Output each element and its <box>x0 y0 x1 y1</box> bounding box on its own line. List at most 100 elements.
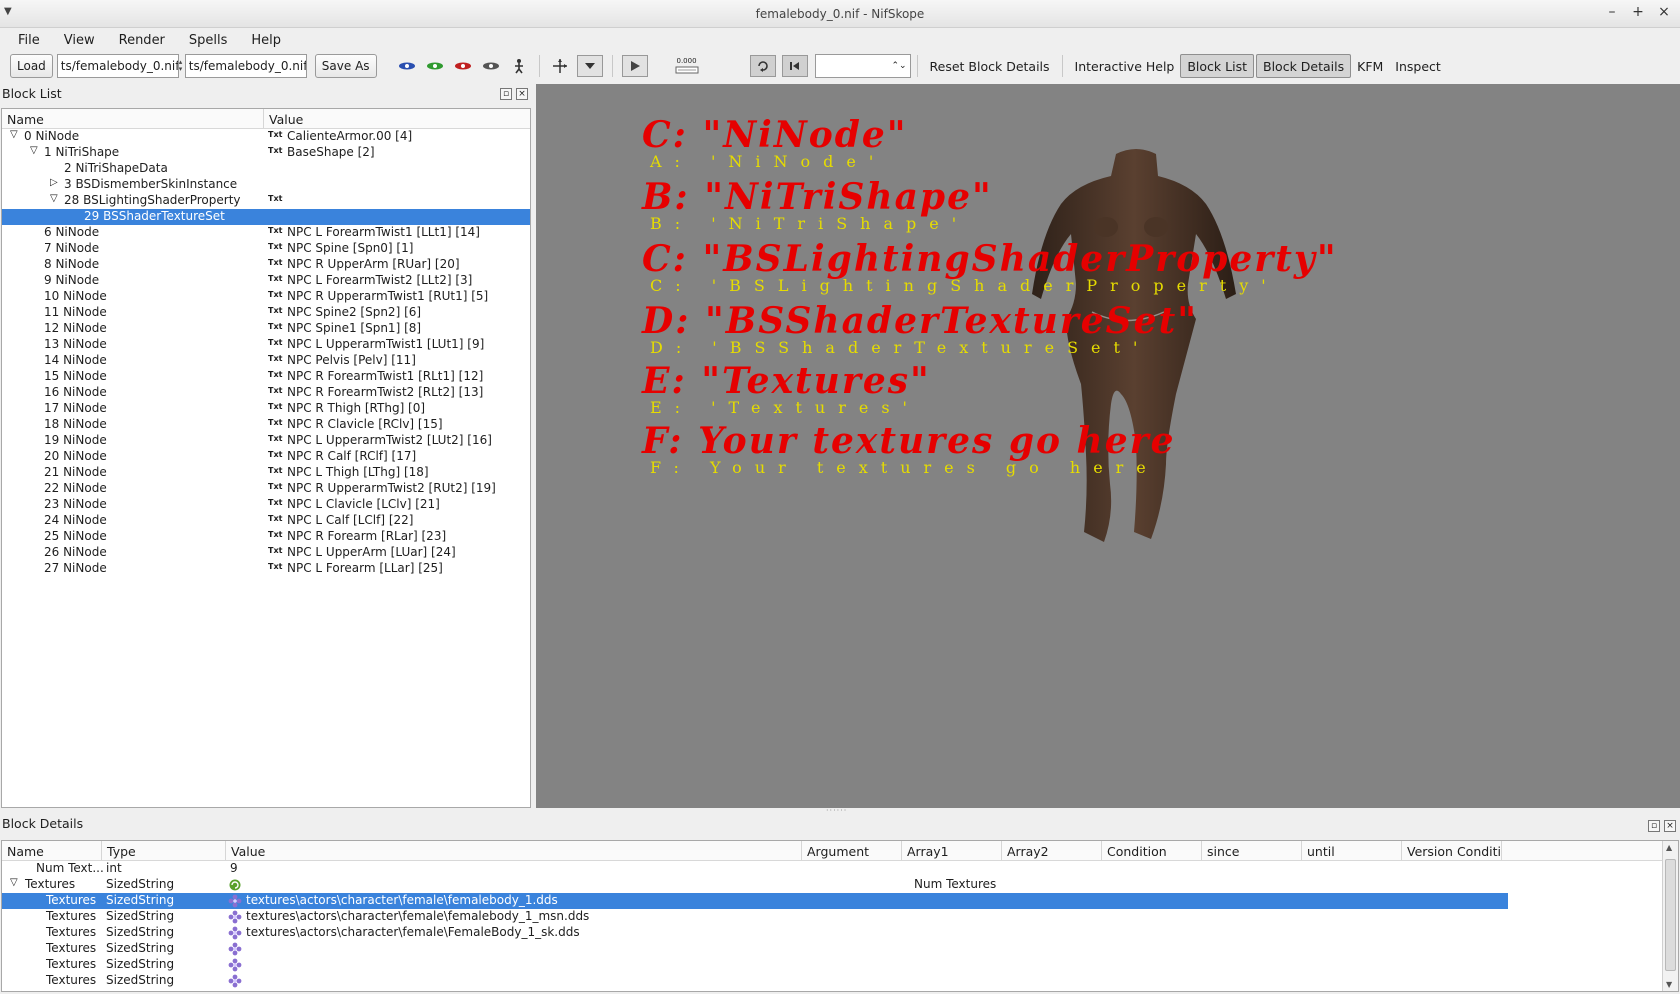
details-row[interactable]: ▽ Textures SizedString Num Textures <box>2 877 1508 893</box>
details-row[interactable]: Textures SizedString <box>2 957 1508 973</box>
tree-row[interactable]: ▷ 3 BSDismemberSkinInstance <box>2 177 530 193</box>
animation-time-slider[interactable]: 0.000 <box>667 57 707 75</box>
tree-row[interactable]: 9 NiNode Txt NPC L ForearmTwist2 [LLt2] [3… <box>2 273 530 289</box>
tree-row[interactable]: 16 NiNode Txt NPC R ForearmTwist2 [RLt2] [… <box>2 385 530 401</box>
interactive-help-button[interactable]: Interactive Help <box>1069 54 1181 78</box>
menu-help[interactable]: Help <box>239 33 293 48</box>
tree-row-name: 1 NiTriShape <box>44 145 120 159</box>
details-row[interactable]: Textures SizedString <box>2 973 1508 989</box>
inspect-toggle[interactable]: Inspect <box>1389 54 1447 78</box>
column-name-header[interactable]: Name <box>2 109 264 128</box>
details-column-header[interactable]: Array1 <box>902 841 1002 860</box>
view-green-eye-icon[interactable] <box>424 55 446 77</box>
tree-row[interactable]: 21 NiNode Txt NPC L Thigh [LThg] [18] <box>2 465 530 481</box>
menu-render[interactable]: Render <box>107 33 177 48</box>
tree-row[interactable]: 15 NiNode Txt NPC R ForearmTwist1 [RLt1] [… <box>2 369 530 385</box>
menu-spells[interactable]: Spells <box>177 33 240 48</box>
axes-icon[interactable] <box>549 55 571 77</box>
collapse-arrow-icon[interactable]: ▽ <box>10 129 18 140</box>
scroll-up-icon[interactable]: ▲ <box>1666 843 1672 852</box>
collapse-arrow-icon[interactable]: ▽ <box>10 877 18 888</box>
tree-row[interactable]: 11 NiNode Txt NPC Spine2 [Spn2] [6] <box>2 305 530 321</box>
tree-row[interactable]: 22 NiNode Txt NPC R UpperarmTwist2 [RUt2] … <box>2 481 530 497</box>
walk-icon[interactable] <box>508 55 530 77</box>
details-row[interactable]: Num Text... int 9 <box>2 861 1508 877</box>
menu-file[interactable]: File <box>6 33 52 48</box>
tree-row[interactable]: ▽ 0 NiNode Txt CalienteArmor.00 [4] <box>2 129 530 145</box>
loop-icon[interactable] <box>749 55 776 77</box>
collapse-arrow-icon[interactable]: ▽ <box>50 193 58 204</box>
details-table[interactable]: Name Type Value Argument Array1 Array2 Conditi… <box>1 840 1679 992</box>
details-column-header[interactable]: since <box>1202 841 1302 860</box>
scroll-down-icon[interactable]: ▼ <box>1666 980 1672 989</box>
tree-row[interactable]: 18 NiNode Txt NPC R Clavicle [RClv] [15] <box>2 417 530 433</box>
minimize-icon[interactable]: – <box>1602 4 1622 20</box>
block-tree[interactable]: Name Value ▽ 0 NiNode Txt CalienteArmor.00 … <box>1 108 531 808</box>
tree-row[interactable]: ▽ 1 NiTriShape Txt BaseShape [2] <box>2 145 530 161</box>
tree-row[interactable]: 2 NiTriShapeData <box>2 161 530 177</box>
details-column-header[interactable]: until <box>1302 841 1402 860</box>
details-row[interactable]: Textures SizedString <box>2 941 1508 957</box>
details-row[interactable]: Textures SizedString textures\actors\chara… <box>2 909 1508 925</box>
reset-block-details-button[interactable]: Reset Block Details <box>924 54 1056 78</box>
tree-row[interactable]: 25 NiNode Txt NPC R Forearm [RLar] [23] <box>2 529 530 545</box>
close-panel-icon[interactable]: × <box>516 88 528 100</box>
save-path-field[interactable]: ts/femalebody_0.nif <box>184 54 307 78</box>
maximize-icon[interactable]: + <box>1628 4 1648 20</box>
tree-row[interactable]: 17 NiNode Txt NPC R Thigh [RThg] [0] <box>2 401 530 417</box>
close-panel-icon[interactable]: × <box>1664 820 1676 832</box>
details-column-header[interactable]: Array2 <box>1002 841 1102 860</box>
tree-row[interactable]: 20 NiNode Txt NPC R Calf [RClf] [17] <box>2 449 530 465</box>
expand-arrow-icon[interactable]: ▷ <box>50 177 58 188</box>
details-scrollbar[interactable]: ▲ ▼ <box>1662 841 1678 991</box>
tree-row[interactable]: 24 NiNode Txt NPC L Calf [LClf] [22] <box>2 513 530 529</box>
load-path-field[interactable]: ts/femalebody_0.nif <box>56 54 179 78</box>
tree-row[interactable]: 23 NiNode Txt NPC L Clavicle [LClv] [21] <box>2 497 530 513</box>
details-column-header[interactable]: Version Conditi <box>1402 841 1502 860</box>
window-menu-icon[interactable]: ▼ <box>4 6 12 17</box>
block-details-toggle[interactable]: Block Details <box>1256 54 1352 78</box>
tree-row[interactable]: 19 NiNode Txt NPC L UpperarmTwist2 [LUt2] … <box>2 433 530 449</box>
tree-row[interactable]: 27 NiNode Txt NPC L Forearm [LLar] [25] <box>2 561 530 577</box>
details-column-header[interactable]: Name <box>2 841 102 860</box>
play-icon[interactable] <box>621 55 648 77</box>
switch-icon[interactable] <box>781 55 808 77</box>
details-row[interactable]: Textures SizedString textures\actors\chara… <box>2 893 1508 909</box>
block-list-toggle[interactable]: Block List <box>1180 54 1254 78</box>
details-column-header[interactable]: Type <box>102 841 226 860</box>
float-icon[interactable]: ▫ <box>500 88 512 100</box>
view-red-eye-icon[interactable] <box>452 55 474 77</box>
close-icon[interactable]: × <box>1654 4 1674 20</box>
view-blue-eye-icon[interactable] <box>396 55 418 77</box>
collapse-arrow-icon[interactable]: ▽ <box>30 145 38 156</box>
tree-row[interactable]: 13 NiNode Txt NPC L UpperarmTwist1 [LUt1] … <box>2 337 530 353</box>
menu-view[interactable]: View <box>52 33 107 48</box>
tree-row[interactable]: 14 NiNode Txt NPC Pelvis [Pelv] [11] <box>2 353 530 369</box>
tree-row-value: NPC L Clavicle [LClv] [21] <box>287 497 440 511</box>
tree-row-value: NPC L UpperArm [LUar] [24] <box>287 545 456 559</box>
view-dropdown-icon[interactable] <box>576 55 603 77</box>
render-viewport[interactable]: C: "NiNode" A: 'NiNode' B: "NiTriShape" B: … <box>536 84 1680 808</box>
view-gray-eye-icon[interactable] <box>480 55 502 77</box>
scrollbar-thumb[interactable] <box>1665 859 1676 971</box>
float-icon[interactable]: ▫ <box>1648 820 1660 832</box>
details-row-value[interactable]: textures\actors\character\female\femaleb… <box>246 893 558 907</box>
details-row[interactable]: Textures SizedString textures\actors\chara… <box>2 925 1508 941</box>
load-button[interactable]: Load <box>10 54 53 78</box>
animation-select[interactable]: ⌃⌄ <box>814 54 911 78</box>
tree-row[interactable]: 7 NiNode Txt NPC Spine [Spn0] [1] <box>2 241 530 257</box>
tree-row[interactable]: 26 NiNode Txt NPC L UpperArm [LUar] [24] <box>2 545 530 561</box>
tree-row[interactable]: 29 BSShaderTextureSet <box>2 209 530 225</box>
tree-row[interactable]: 12 NiNode Txt NPC Spine1 [Spn1] [8] <box>2 321 530 337</box>
tree-row[interactable]: 10 NiNode Txt NPC R UpperarmTwist1 [RUt1] … <box>2 289 530 305</box>
tree-row[interactable]: 6 NiNode Txt NPC L ForearmTwist1 [LLt1] [1… <box>2 225 530 241</box>
details-column-header[interactable]: Condition <box>1102 841 1202 860</box>
details-column-header[interactable]: Argument <box>802 841 902 860</box>
tree-row-value: BaseShape [2] <box>287 145 375 159</box>
save-as-button[interactable]: Save As <box>314 54 377 78</box>
details-column-header[interactable]: Value <box>226 841 802 860</box>
tree-row[interactable]: 8 NiNode Txt NPC R UpperArm [RUar] [20] <box>2 257 530 273</box>
kfm-toggle[interactable]: KFM <box>1351 54 1389 78</box>
column-value-header[interactable]: Value <box>264 109 308 128</box>
tree-row[interactable]: ▽ 28 BSLightingShaderProperty Txt <box>2 193 530 209</box>
